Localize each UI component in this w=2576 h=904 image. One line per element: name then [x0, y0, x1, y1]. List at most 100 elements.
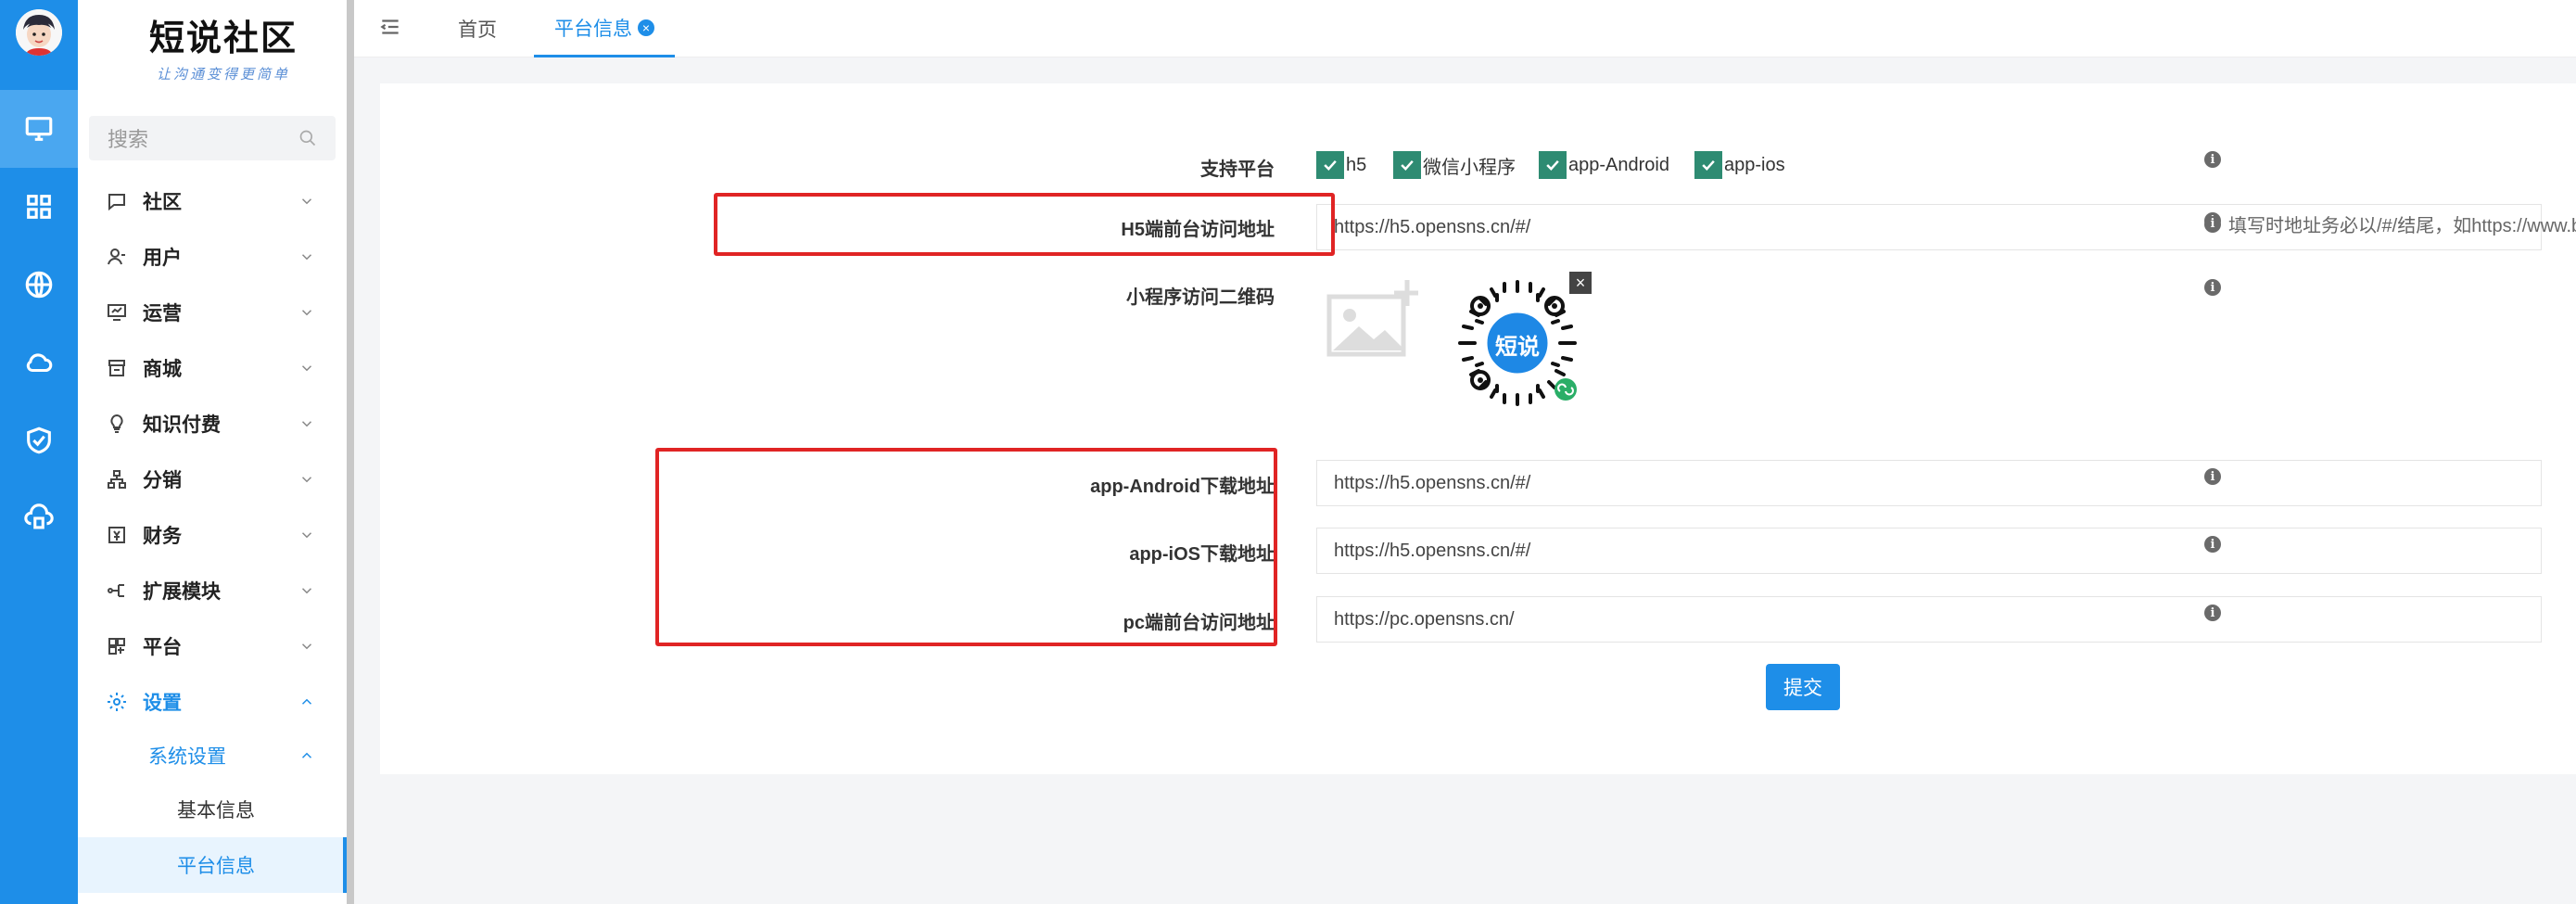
tab-platform-info-label: 平台信息: [554, 18, 632, 40]
rail-security[interactable]: [0, 401, 78, 479]
brand-subtitle: 让沟通变得更简单: [156, 67, 290, 83]
checkbox-wechat-miniapp[interactable]: 微信小程序: [1393, 151, 1516, 179]
checkbox-h5[interactable]: h5: [1316, 151, 1366, 179]
chevron-down-icon: [301, 365, 312, 372]
sidebar-subgroup-label: 系统设置: [148, 746, 226, 768]
info-icon[interactable]: i: [2204, 151, 2221, 168]
highlight-box-downloads: [655, 448, 1277, 646]
image-upload-placeholder[interactable]: [1326, 280, 1418, 358]
sidebar-item-settings[interactable]: 设置: [78, 674, 347, 730]
chat-bubble-icon: [108, 194, 125, 211]
info-icon[interactable]: i: [2204, 605, 2221, 621]
checkbox-app-android[interactable]: app-Android: [1539, 151, 1669, 179]
sidebar-item-label: 扩展模块: [143, 581, 221, 603]
sidebar: 短说社区 让沟通变得更简单 搜索 社区 用户 运营 商城 知识付费 分销 财务: [78, 0, 347, 904]
sidebar-subgroup-system-settings[interactable]: 系统设置: [78, 728, 347, 783]
highlight-box-h5: [714, 193, 1335, 256]
platform-label: 支持平台: [1200, 159, 1275, 180]
check-icon: [1546, 159, 1559, 171]
search-placeholder: 搜索: [108, 128, 149, 151]
sidebar-item-label: 用户: [143, 248, 182, 269]
rail-dashboard[interactable]: [0, 90, 78, 168]
checkbox-app-ios[interactable]: app-ios: [1694, 151, 1785, 179]
check-icon: [1702, 159, 1715, 171]
search-input[interactable]: 搜索: [89, 116, 336, 160]
sidebar-subitem-label: 基本信息: [177, 800, 255, 821]
gear-icon: [108, 693, 126, 711]
cloud-server-icon: [24, 503, 54, 529]
sidebar-item-extensions[interactable]: 扩展模块: [78, 563, 347, 618]
qrcode-center-label: 短说: [1495, 335, 1540, 360]
sidebar-subitem-platform-info[interactable]: 平台信息: [78, 837, 347, 893]
avatar[interactable]: [16, 9, 62, 56]
chevron-down-icon: [301, 310, 312, 316]
android-url-value: https://h5.opensns.cn/#/: [1334, 472, 1531, 493]
platform-info-form: 支持平台 h5 微信小程序 app-Android app-ios i H5端前…: [380, 83, 2576, 774]
sidebar-item-users[interactable]: 用户: [78, 229, 347, 285]
info-icon[interactable]: i: [2204, 468, 2221, 485]
chevron-down-icon: [301, 588, 312, 594]
info-icon[interactable]: i: [2204, 279, 2221, 296]
org-tree-icon: [108, 470, 126, 489]
close-icon[interactable]: ×: [638, 19, 654, 36]
sidebar-item-label: 设置: [143, 693, 182, 714]
chevron-down-icon: [301, 421, 312, 427]
sidebar-item-label: 知识付费: [143, 414, 221, 436]
sidebar-item-store[interactable]: 商城: [78, 340, 347, 396]
chevron-down-icon: [301, 643, 312, 650]
qrcode-label: 小程序访问二维码: [1126, 287, 1275, 308]
rail-cloud[interactable]: [0, 324, 78, 401]
h5-url-hint-text: 填写时地址务必以/#/结尾，如https://www.ba: [2228, 216, 2576, 236]
rail-apps[interactable]: [0, 168, 78, 246]
sidebar-item-finance[interactable]: 财务: [78, 507, 347, 563]
submit-button[interactable]: 提交: [1766, 664, 1840, 710]
sidebar-item-knowledge[interactable]: 知识付费: [78, 396, 347, 452]
chevron-up-icon: [301, 752, 312, 758]
tab-platform-info[interactable]: 平台信息 ×: [534, 0, 675, 57]
checkbox-label: h5: [1346, 154, 1367, 175]
globe-icon: [25, 271, 53, 299]
miniprogram-qrcode: 短说: [1449, 274, 1586, 412]
chevron-down-icon: [301, 477, 312, 483]
h5-url-value: https://h5.opensns.cn/#/: [1334, 216, 1531, 237]
sidebar-item-label: 社区: [143, 192, 182, 213]
sidebar-subitem-label: 平台信息: [177, 856, 255, 877]
android-url-input[interactable]: https://h5.opensns.cn/#/: [1316, 460, 2542, 506]
sidebar-item-operations[interactable]: 运营: [78, 285, 347, 340]
icon-rail: [0, 0, 78, 904]
rail-globe[interactable]: [0, 246, 78, 324]
platform-icon: [108, 638, 125, 655]
grid-icon: [27, 195, 51, 219]
sidebar-item-label: 平台: [143, 637, 182, 658]
monitor-icon: [25, 117, 53, 141]
ios-url-value: https://h5.opensns.cn/#/: [1334, 540, 1531, 561]
monitor-chart-icon: [108, 304, 126, 321]
tab-home[interactable]: 首页: [458, 0, 497, 57]
chevron-up-icon: [301, 698, 312, 705]
pc-url-value: https://pc.opensns.cn/: [1334, 608, 1515, 630]
menu-fold-icon[interactable]: [378, 15, 402, 39]
sidebar-item-platform[interactable]: 平台: [78, 618, 347, 674]
qrcode-delete-icon[interactable]: ×: [1569, 272, 1592, 294]
brand-title: 短说社区: [148, 19, 298, 58]
info-icon: i: [2204, 215, 2221, 233]
sidebar-item-distribution[interactable]: 分销: [78, 452, 347, 507]
ios-url-input[interactable]: https://h5.opensns.cn/#/: [1316, 528, 2542, 574]
shield-check-icon: [27, 427, 51, 454]
info-icon[interactable]: i: [2204, 536, 2221, 553]
pc-url-input[interactable]: https://pc.opensns.cn/: [1316, 596, 2542, 643]
sidebar-item-label: 财务: [143, 526, 182, 547]
sidebar-subitem-basic-info[interactable]: 基本信息: [78, 782, 347, 837]
chevron-down-icon: [301, 198, 312, 205]
sidebar-scrollbar[interactable]: [347, 0, 354, 904]
rail-cloud-server[interactable]: [0, 479, 78, 557]
brand-logo[interactable]: 短说社区 让沟通变得更简单: [145, 9, 302, 83]
tab-home-label: 首页: [458, 19, 497, 41]
extend-icon: [108, 584, 124, 597]
chevron-down-icon: [301, 254, 312, 261]
image-add-icon: [1326, 280, 1418, 357]
finance-icon: [108, 527, 125, 543]
sidebar-item-community[interactable]: 社区: [78, 173, 347, 229]
user-icon: [108, 248, 125, 265]
chevron-down-icon: [301, 532, 312, 539]
